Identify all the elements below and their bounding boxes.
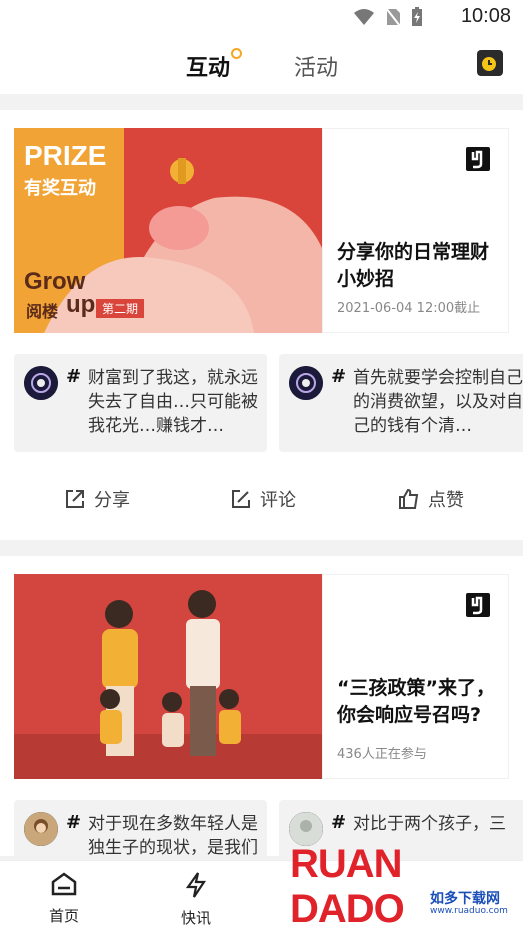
lightning-icon (185, 872, 207, 898)
image-subtitle: 有奖互动 (24, 178, 96, 199)
comment-item[interactable]: # 财富到了我这，就永远失去了自由…只可能被我花光…赚钱才… (14, 354, 267, 452)
share-button[interactable]: 分享 (64, 486, 130, 512)
image-tag-up: up (66, 291, 96, 318)
avatar (24, 812, 58, 846)
watermark-main: RUAN DADO (290, 842, 405, 931)
battery-icon (412, 7, 422, 26)
comment-text: 首先就要学会控制自己的消费欲望，以及对自己的钱有个清… (353, 368, 523, 436)
interaction-card[interactable]: “三孩政策”来了，你会响应号召吗? 436人正在参与 # 对于现在多数年轻人是独… (0, 556, 523, 856)
card-hero[interactable]: PRIZE 有奖互动 Grow 阅楼 up 第二期 分享你的日常理财小妙招 20… (14, 128, 509, 333)
comment-text: 对于现在多数年轻人是独生子的现状，是我们生育率下降的… (88, 814, 258, 856)
tab-interaction[interactable]: 互动 (186, 48, 243, 82)
interaction-card[interactable]: PRIZE 有奖互动 Grow 阅楼 up 第二期 分享你的日常理财小妙招 20… (0, 110, 523, 540)
card-title[interactable]: 分享你的日常理财小妙招 (337, 239, 502, 293)
image-tag-issue: 第二期 (96, 299, 145, 318)
nav-home[interactable]: 首页 (34, 871, 94, 926)
nav-news[interactable]: 快讯 (166, 871, 226, 928)
nav-news-label: 快讯 (180, 909, 211, 927)
brand-logo-icon (466, 593, 490, 617)
hashtag-icon: # (66, 366, 82, 387)
card-actions: 分享 评论 点赞 (0, 480, 523, 520)
hero-info: 分享你的日常理财小妙招 2021-06-04 12:00截止 (322, 128, 509, 333)
share-label: 分享 (94, 490, 130, 511)
hashtag-icon: # (331, 366, 347, 387)
like-label: 点赞 (428, 490, 464, 511)
watermark-url: www.ruaduo.com (430, 906, 508, 916)
brand-logo-icon (466, 147, 490, 171)
card-hero[interactable]: “三孩政策”来了，你会响应号召吗? 436人正在参与 (14, 574, 509, 779)
status-time: 10:08 (460, 5, 511, 27)
comment-text: 财富到了我这，就永远失去了自由…只可能被我花光…赚钱才… (88, 368, 258, 436)
edit-icon (232, 490, 250, 508)
hero-image: PRIZE 有奖互动 Grow 阅楼 up 第二期 (14, 128, 322, 333)
home-icon (51, 872, 77, 896)
tab-activity[interactable]: 活动 (294, 50, 338, 82)
hero-info: “三孩政策”来了，你会响应号召吗? 436人正在参与 (322, 574, 509, 779)
hashtag-icon: # (331, 812, 347, 833)
comment-label: 评论 (260, 490, 296, 511)
no-sim-icon (385, 7, 401, 27)
hero-image (14, 574, 322, 779)
comment-list: # 财富到了我这，就永远失去了自由…只可能被我花光…赚钱才… # 首先就要学会控… (14, 354, 523, 452)
top-nav: 互动 活动 (0, 36, 523, 94)
status-icons (353, 7, 423, 27)
avatar (24, 366, 58, 400)
comment-button[interactable]: 评论 (230, 486, 296, 512)
image-title: PRIZE (24, 140, 107, 171)
status-bar: 10:08 (0, 0, 523, 36)
wifi-icon (354, 9, 374, 25)
avatar (289, 366, 323, 400)
hashtag-icon: # (66, 812, 82, 833)
nav-home-label: 首页 (48, 907, 79, 925)
like-button[interactable]: 点赞 (398, 486, 464, 512)
comment-item[interactable]: # 对于现在多数年轻人是独生子的现状，是我们生育率下降的… (14, 800, 267, 856)
image-tag-brand: 阅楼 (26, 302, 59, 321)
watermark-logo: RUAN DADO 如多下载网 www.ruaduo.com (290, 838, 510, 931)
tab-interaction-label: 互动 (186, 56, 231, 81)
comment-text: 对比于两个孩子，三 (353, 814, 506, 834)
user-profile-icon[interactable] (475, 48, 505, 78)
card-title[interactable]: “三孩政策”来了，你会响应号召吗? (337, 675, 502, 729)
share-icon (66, 490, 84, 508)
card-participants: 436人正在参与 (337, 747, 427, 762)
thumbs-up-icon (399, 488, 419, 509)
watermark-cn: 如多下载网 (430, 891, 500, 907)
notification-dot (231, 48, 243, 59)
card-deadline: 2021-06-04 12:00截止 (337, 301, 481, 316)
comment-item[interactable]: # 首先就要学会控制自己的消费欲望，以及对自己的钱有个清… (279, 354, 523, 452)
